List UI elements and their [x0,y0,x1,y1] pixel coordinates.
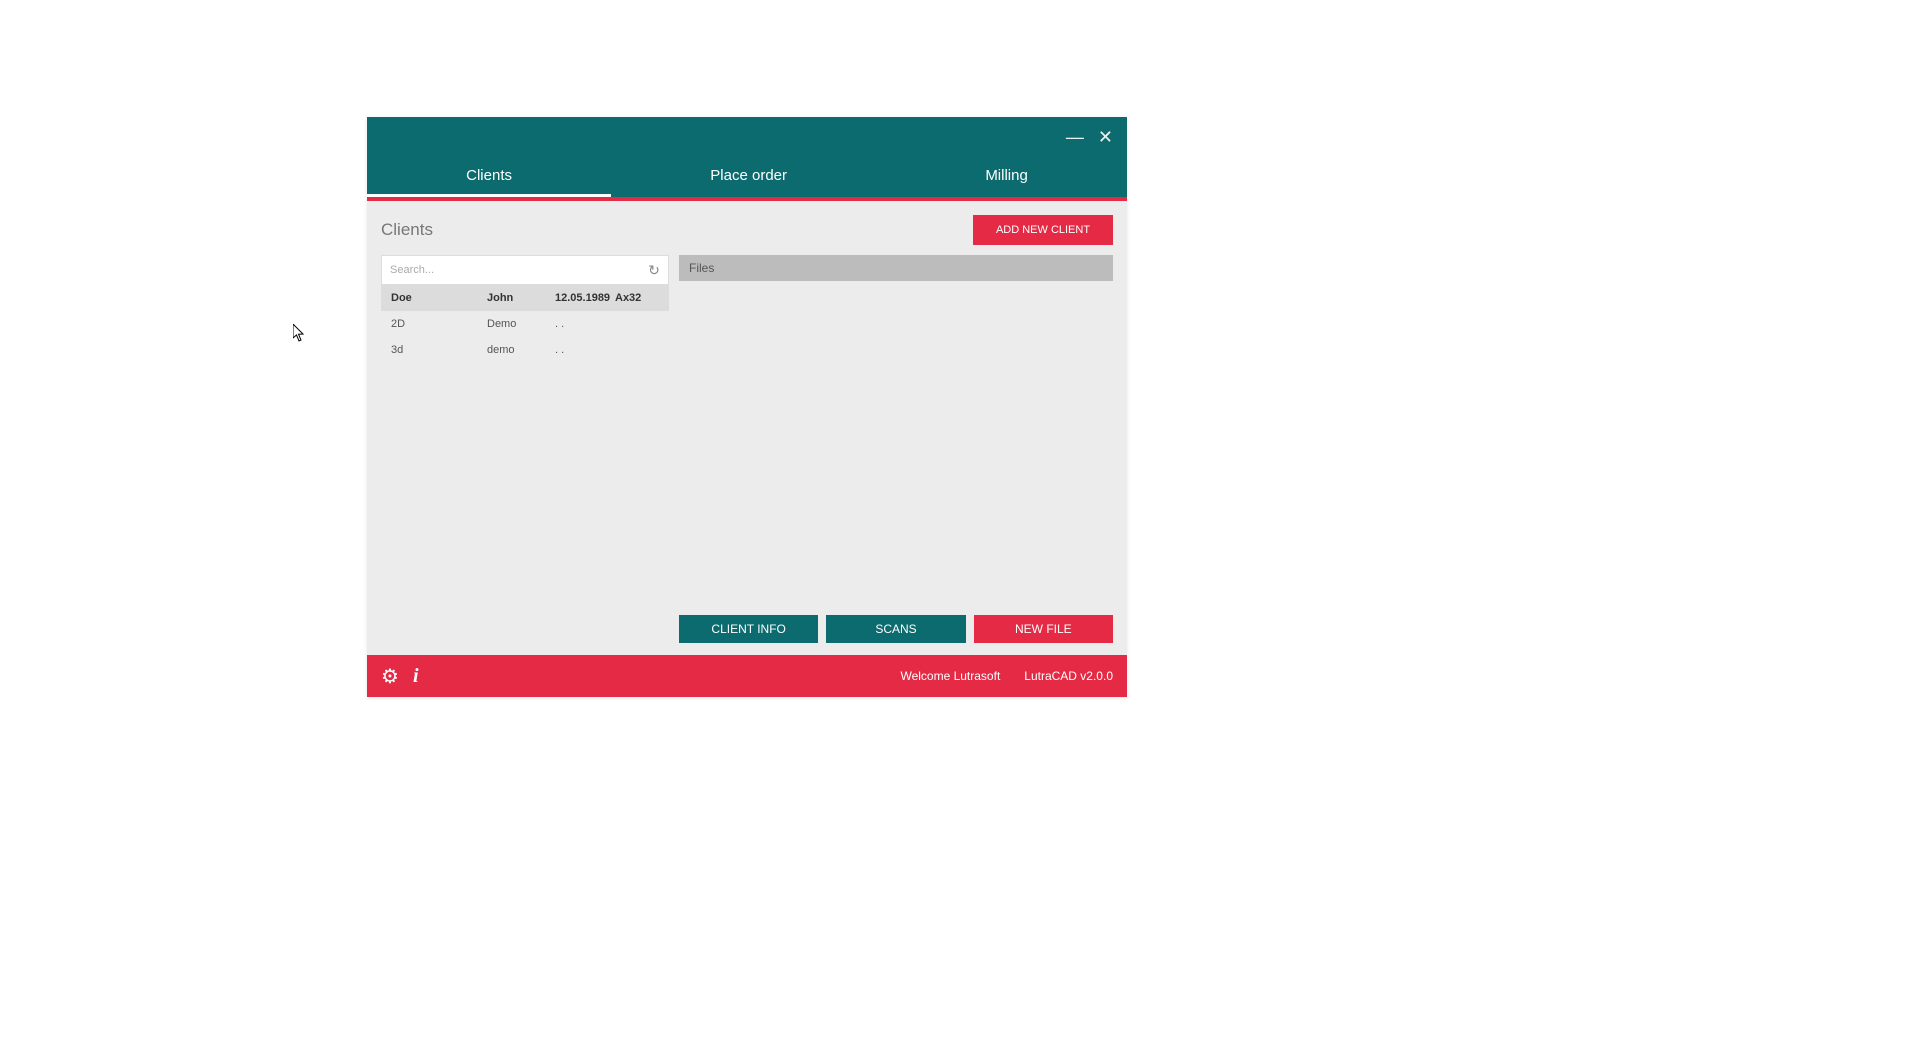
client-last: 3d [391,344,487,356]
welcome-text: Welcome Lutrasoft [900,669,1000,683]
footer-right: Welcome Lutrasoft LutraCAD v2.0.0 [900,669,1113,683]
client-row[interactable]: Doe John 12.05.1989 Ax32 [381,285,669,311]
title-row: Clients ADD NEW CLIENT [381,215,1113,245]
content-area: Clients ADD NEW CLIENT ↻ Doe John 12.05.… [367,201,1127,655]
files-header: Files [679,255,1113,281]
search-row: ↻ [381,255,669,285]
client-row[interactable]: 2D Demo . . [381,311,669,337]
search-input[interactable] [382,257,640,283]
client-date: . . [555,344,615,356]
client-first: demo [487,344,555,356]
client-code [615,344,655,356]
files-panel: Files [679,255,1113,607]
info-icon[interactable]: i [413,665,419,688]
minimize-icon[interactable]: — [1066,128,1084,146]
files-body [679,281,1113,607]
title-bar: — ✕ [367,117,1127,157]
new-file-button[interactable]: NEW FILE [974,615,1113,643]
cursor-icon [293,324,307,347]
files-column: Files CLIENT INFO SCANS NEW FILE [679,255,1113,643]
close-icon[interactable]: ✕ [1098,128,1113,146]
client-first: John [487,292,555,304]
tab-milling[interactable]: Milling [886,157,1127,197]
client-first: Demo [487,318,555,330]
client-last: Doe [391,292,487,304]
client-date: . . [555,318,615,330]
footer-left: ⚙ i [381,664,419,689]
scans-button[interactable]: SCANS [826,615,965,643]
clients-column: ↻ Doe John 12.05.1989 Ax32 2D Demo . . [381,255,669,643]
refresh-icon[interactable]: ↻ [640,256,668,284]
client-last: 2D [391,318,487,330]
tab-clients[interactable]: Clients [367,157,611,197]
version-text: LutraCAD v2.0.0 [1024,669,1113,683]
tab-bar: Clients Place order Milling [367,157,1127,197]
columns: ↻ Doe John 12.05.1989 Ax32 2D Demo . . [381,255,1113,643]
client-list: Doe John 12.05.1989 Ax32 2D Demo . . 3d … [381,285,669,363]
footer-bar: ⚙ i Welcome Lutrasoft LutraCAD v2.0.0 [367,655,1127,697]
app-window: — ✕ Clients Place order Milling Clients … [367,117,1127,697]
gear-icon[interactable]: ⚙ [381,664,399,689]
action-buttons: CLIENT INFO SCANS NEW FILE [679,615,1113,643]
client-row[interactable]: 3d demo . . [381,337,669,363]
tab-place-order[interactable]: Place order [611,157,886,197]
client-code: Ax32 [615,292,655,304]
page-title: Clients [381,220,433,240]
client-info-button[interactable]: CLIENT INFO [679,615,818,643]
client-code [615,318,655,330]
add-new-client-button[interactable]: ADD NEW CLIENT [973,215,1113,245]
client-date: 12.05.1989 [555,292,615,304]
